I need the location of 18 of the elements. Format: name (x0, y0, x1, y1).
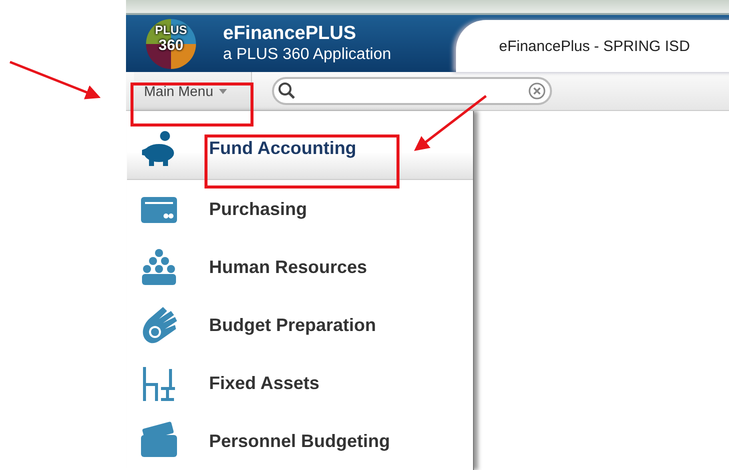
menu-item[interactable]: Fund Accounting (127, 111, 473, 180)
people-icon (139, 247, 179, 287)
menu-item[interactable]: Fixed Assets (127, 354, 473, 412)
search-icon (278, 82, 296, 100)
main-menu-button[interactable]: Main Menu (134, 72, 252, 110)
district-tab[interactable]: eFinancePlus - SPRING ISD (456, 20, 729, 72)
menu-item[interactable]: Human Resources (127, 238, 473, 296)
caret-icon (219, 88, 228, 94)
menu-item[interactable]: Purchasing (127, 180, 473, 238)
menu-item[interactable]: Budget Preparation (127, 296, 473, 354)
app-title: eFinancePLUS (223, 24, 358, 45)
logo-text: 360 (158, 38, 184, 54)
app-subtitle: a PLUS 360 Application (223, 44, 392, 64)
logo-text: PLUS (154, 24, 187, 36)
clear-icon[interactable] (528, 82, 546, 100)
logo-icon (146, 18, 196, 69)
search-field[interactable] (272, 77, 552, 105)
menu-item[interactable]: Personnel Budgeting (127, 412, 473, 470)
